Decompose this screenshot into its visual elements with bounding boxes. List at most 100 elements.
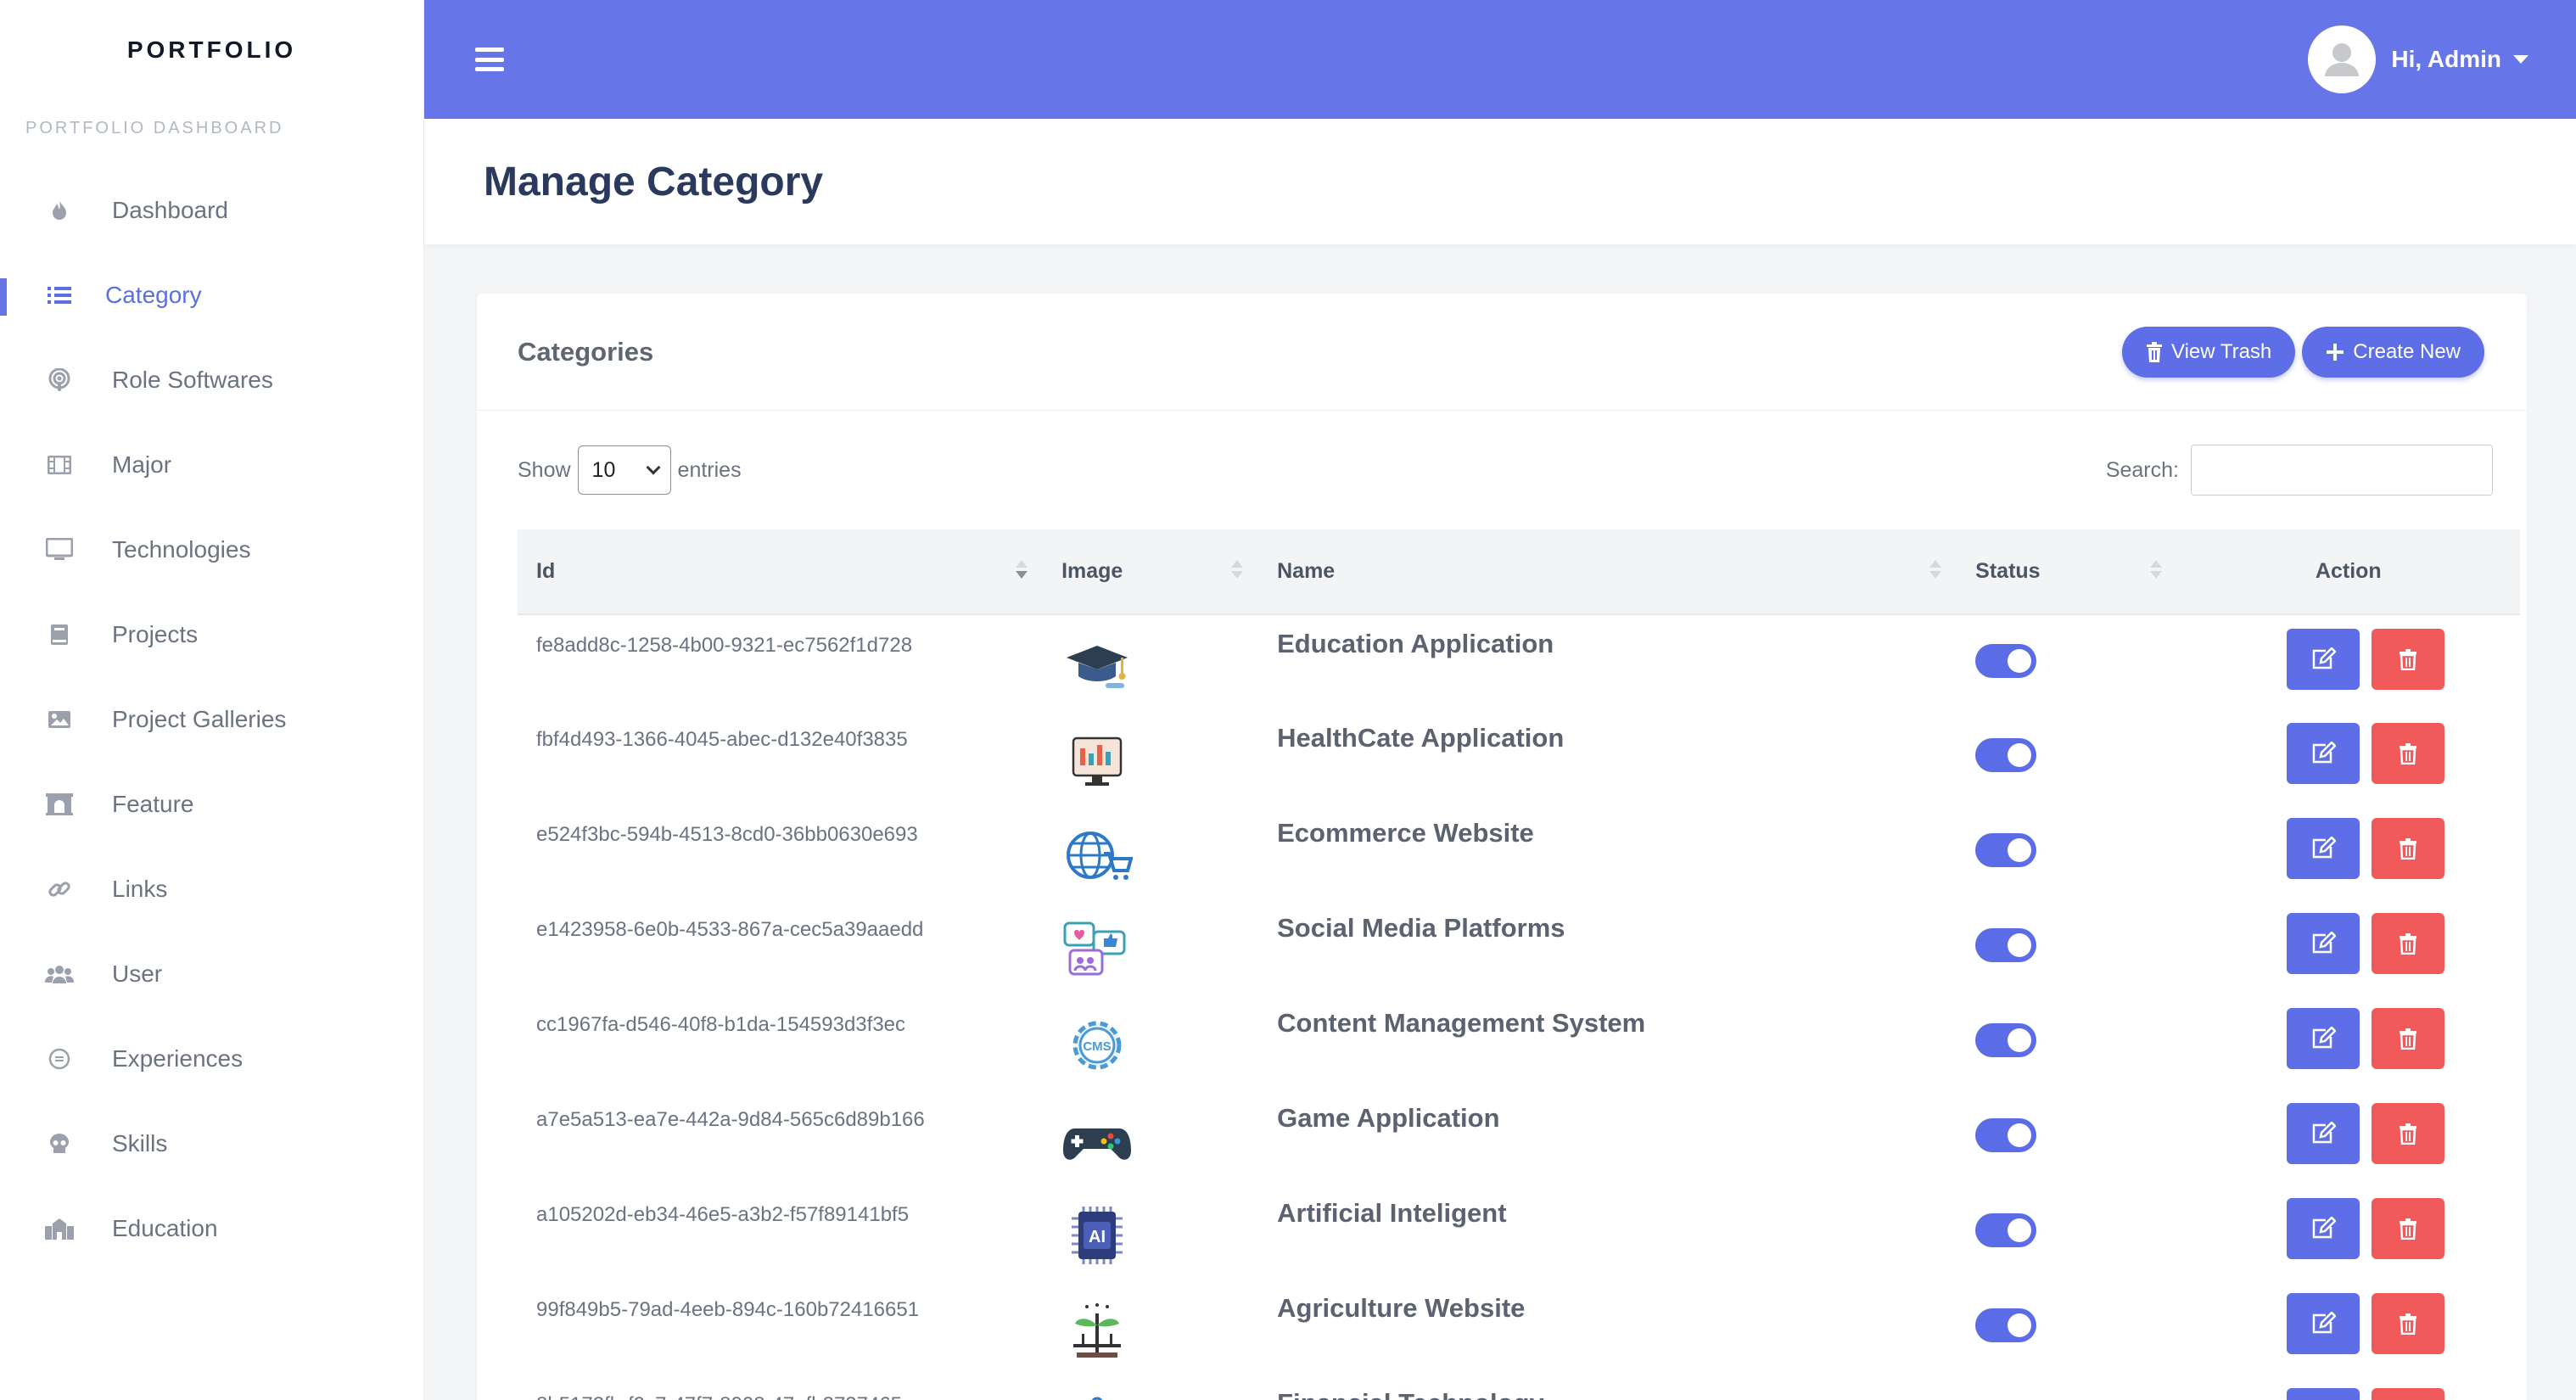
link-icon: [41, 871, 78, 908]
delete-button[interactable]: [2371, 913, 2444, 974]
delete-button[interactable]: [2371, 1103, 2444, 1164]
sidebar-item-education[interactable]: Education: [0, 1186, 423, 1271]
sidebar-item-feature[interactable]: Feature: [0, 762, 423, 847]
sidebar-item-label: Feature: [112, 791, 194, 817]
page-header: Manage Category: [424, 119, 2576, 244]
image-icon: [41, 701, 78, 738]
avatar[interactable]: [2308, 25, 2377, 93]
edit-button[interactable]: [2286, 1293, 2360, 1354]
status-toggle[interactable]: [1975, 1023, 2037, 1057]
entries-select[interactable]: 10: [577, 445, 671, 495]
delete-button[interactable]: [2371, 1293, 2444, 1354]
gamepad-icon: [1061, 1110, 1258, 1171]
sidebar-item-skills[interactable]: Skills: [0, 1101, 423, 1186]
sidebar-item-label: Education: [112, 1215, 218, 1241]
status-toggle[interactable]: [1975, 833, 2037, 867]
search-input[interactable]: [2191, 445, 2493, 496]
edit-button[interactable]: [2286, 629, 2360, 690]
sidebar-item-projects[interactable]: Projects: [0, 592, 423, 677]
column-header-status[interactable]: Status: [1957, 529, 2177, 615]
chevron-down-icon: [646, 460, 661, 475]
row-id: 8b5172fb-f9c7-47f7-8008-47afb3727465: [518, 1375, 1043, 1400]
row-name: Ecommerce Website: [1277, 818, 1534, 848]
row-name: HealthCate Application: [1277, 723, 1565, 753]
brand-logo[interactable]: PORTFOLIO: [0, 0, 423, 100]
sidebar-item-major[interactable]: Major: [0, 423, 423, 507]
row-name: Artificial Inteligent: [1277, 1198, 1507, 1228]
delete-button[interactable]: [2371, 723, 2444, 784]
menu-toggle-icon[interactable]: [475, 48, 504, 71]
row-id: cc1967fa-d546-40f8-b1da-154593d3f3ec: [536, 1013, 906, 1036]
row-image: [1043, 1375, 1258, 1400]
trash-icon: [2399, 933, 2416, 955]
caret-down-icon[interactable]: [2513, 55, 2528, 64]
show-label: Show: [518, 457, 571, 482]
comment-icon: [41, 1040, 78, 1078]
column-header-id[interactable]: Id: [518, 529, 1044, 615]
entries-select-value: 10: [591, 457, 616, 482]
row-id: e1423958-6e0b-4533-867a-cec5a39aaedd: [536, 918, 924, 941]
sidebar-nav: Dashboard Category Role Softwares Major …: [0, 168, 423, 1271]
edit-button[interactable]: [2286, 913, 2360, 974]
edit-button[interactable]: [2286, 1198, 2360, 1259]
row-id: fbf4d493-1366-4045-abec-d132e40f3835: [536, 728, 908, 751]
list-icon: [41, 277, 78, 314]
sidebar-item-label: User: [112, 960, 163, 987]
sidebar-item-dashboard[interactable]: Dashboard: [0, 168, 423, 253]
row-image: CMS: [1043, 994, 1258, 1089]
sidebar-item-experiences[interactable]: Experiences: [0, 1016, 423, 1101]
user-greeting[interactable]: Hi, Admin: [2391, 46, 2501, 73]
edit-button[interactable]: [2286, 818, 2360, 879]
column-header-label: Status: [1975, 559, 2041, 583]
column-header-image[interactable]: Image: [1043, 529, 1259, 615]
fintech-icon: [1061, 1395, 1258, 1400]
row-id: a7e5a513-ea7e-442a-9d84-565c6d89b166: [536, 1108, 925, 1131]
column-header-label: Action: [2315, 559, 2382, 583]
row-image: [1043, 1089, 1258, 1184]
delete-button[interactable]: [2371, 1198, 2444, 1259]
edit-button[interactable]: [2286, 723, 2360, 784]
delete-button[interactable]: [2371, 818, 2444, 879]
film-icon: [41, 446, 78, 484]
edit-button[interactable]: [2286, 1103, 2360, 1164]
row-status: [1957, 709, 2176, 804]
sidebar-item-links[interactable]: Links: [0, 847, 423, 932]
edit-button[interactable]: [2286, 1008, 2360, 1069]
row-image: [1043, 1280, 1258, 1375]
table-row: fe8add8c-1258-4b00-9321-ec7562f1d728 Educ…: [518, 614, 2520, 709]
row-name: Financial Technology: [1258, 1375, 1957, 1400]
status-toggle[interactable]: [1975, 1308, 2037, 1342]
delete-button[interactable]: [2371, 1008, 2444, 1069]
view-trash-button[interactable]: View Trash: [2122, 326, 2296, 378]
edit-icon: [2312, 1312, 2336, 1334]
row-image: AI: [1043, 1184, 1258, 1280]
trash-icon: [2399, 1028, 2416, 1050]
sidebar-item-role-softwares[interactable]: Role Softwares: [0, 338, 423, 423]
sidebar-item-project-galleries[interactable]: Project Galleries: [0, 677, 423, 762]
row-id: a105202d-eb34-46e5-a3b2-f57f89141bf5: [536, 1203, 910, 1226]
user-menu[interactable]: Hi, Admin: [2308, 25, 2528, 93]
create-new-button[interactable]: Create New: [2302, 326, 2484, 378]
row-image: [1043, 899, 1258, 994]
status-toggle[interactable]: [1975, 644, 2037, 678]
card-title: Categories: [518, 336, 654, 367]
sidebar-item-technologies[interactable]: Technologies: [0, 507, 423, 592]
sidebar-item-label: Projects: [112, 621, 199, 647]
sidebar-item-user[interactable]: User: [0, 932, 423, 1016]
page-title: Manage Category: [484, 159, 824, 204]
column-header-name[interactable]: Name: [1258, 529, 1957, 615]
status-toggle[interactable]: [1975, 1213, 2037, 1247]
entries-label: entries: [677, 457, 742, 482]
delete-button[interactable]: [2371, 1388, 2444, 1400]
row-status: [1957, 804, 2176, 899]
status-toggle[interactable]: [1975, 928, 2037, 962]
delete-button[interactable]: [2371, 629, 2444, 690]
edit-button[interactable]: [2286, 1388, 2360, 1400]
sidebar-item-category[interactable]: Category: [0, 253, 423, 338]
status-toggle[interactable]: [1975, 738, 2037, 772]
row-status: [1957, 994, 2176, 1089]
status-toggle[interactable]: [1975, 1118, 2037, 1152]
book-icon: [41, 616, 78, 653]
sidebar-item-label: Major: [112, 451, 172, 478]
table-controls: Show 10 entries Search:: [477, 411, 2527, 529]
